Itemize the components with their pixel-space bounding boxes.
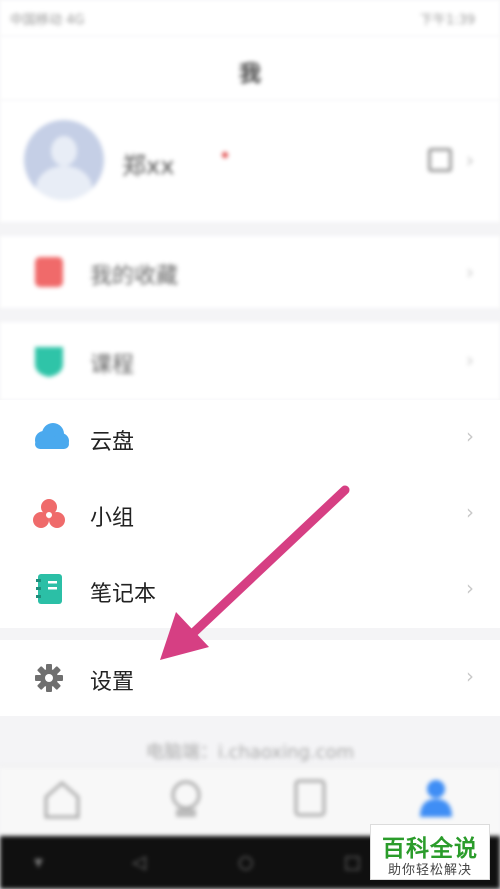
- arrow-shaft: [185, 485, 350, 641]
- annotation-arrow: [160, 485, 350, 660]
